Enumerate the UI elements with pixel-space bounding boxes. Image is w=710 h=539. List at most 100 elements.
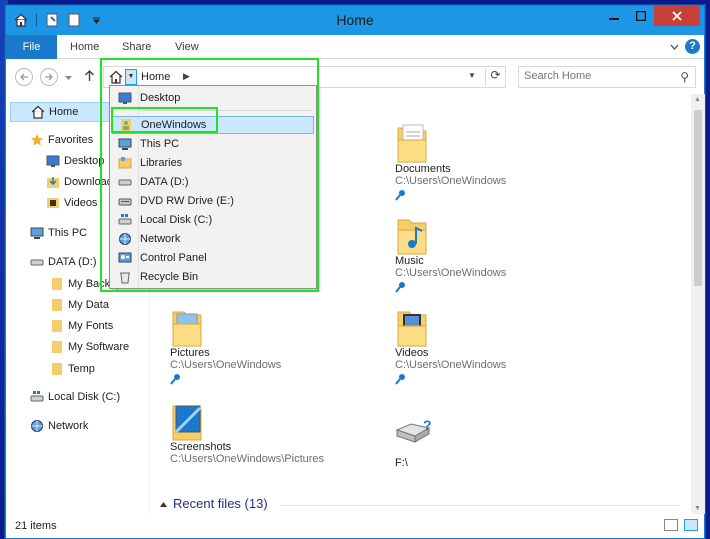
menu-item-recycle-bin[interactable]: Recycle Bin xyxy=(112,268,314,286)
nav-item-data-drive[interactable]: DATA (D:) xyxy=(30,252,96,272)
menu-item-label: This PC xyxy=(140,138,180,150)
recent-files-label: Recent files (13) xyxy=(173,496,268,511)
drive-icon xyxy=(30,255,44,269)
menu-item-onewindows[interactable]: OneWindows xyxy=(112,116,314,134)
recent-locations-icon[interactable] xyxy=(65,72,72,84)
nav-item-my-fonts[interactable]: My Fonts xyxy=(50,316,113,336)
nav-item-my-software[interactable]: My Software xyxy=(50,337,129,357)
tab-share[interactable]: Share xyxy=(122,35,151,59)
tile-f-drive[interactable]: ? F:\ xyxy=(395,416,595,469)
view-switcher xyxy=(664,519,698,531)
recent-files-header[interactable]: Recent files (13) xyxy=(160,496,268,511)
nav-label: Videos xyxy=(64,197,98,209)
help-icon[interactable]: ? xyxy=(685,39,700,54)
menu-item-data-drive[interactable]: DATA (D:) xyxy=(112,173,314,191)
search-input[interactable] xyxy=(524,70,674,82)
tile-path: C:\Users\OneWindows xyxy=(395,175,507,187)
dvd-drive-icon xyxy=(118,194,132,208)
tile-path: C:\Users\OneWindows xyxy=(170,359,282,371)
screenshots-folder-icon xyxy=(170,400,204,441)
menu-item-libraries[interactable]: Libraries xyxy=(112,154,314,172)
large-icons-view-icon[interactable] xyxy=(684,519,698,531)
menu-item-control-panel[interactable]: Control Panel xyxy=(112,249,314,267)
folder-icon xyxy=(50,340,64,354)
tile-pictures[interactable]: Pictures C:\Users\OneWindows xyxy=(170,306,370,388)
control-panel-icon xyxy=(118,251,132,265)
menu-item-desktop[interactable]: Desktop xyxy=(112,89,314,107)
location-dropdown-menu: Desktop OneWindows This PC Libraries DAT… xyxy=(109,85,317,289)
up-button[interactable] xyxy=(84,69,95,85)
menu-item-network[interactable]: Network xyxy=(112,230,314,248)
forward-button[interactable] xyxy=(40,68,58,86)
menu-item-dvd-drive[interactable]: DVD RW Drive (E:) xyxy=(112,192,314,210)
nav-label: My Fonts xyxy=(68,320,114,332)
nav-label: Favorites xyxy=(48,134,94,146)
details-view-icon[interactable] xyxy=(664,519,678,531)
nav-label: Home xyxy=(49,106,79,118)
back-button[interactable] xyxy=(15,68,33,86)
tile-music[interactable]: Music C:\Users\OneWindows xyxy=(395,214,595,296)
scroll-down-icon[interactable]: ▼ xyxy=(694,505,701,512)
ribbon-tabs: File Home Share View ? xyxy=(6,35,704,59)
window-controls xyxy=(600,6,700,26)
breadcrumb-chevron-icon[interactable]: ▶ xyxy=(183,71,190,82)
tab-home[interactable]: Home xyxy=(70,35,99,59)
pictures-folder-icon xyxy=(170,306,204,347)
scrollbar-thumb[interactable] xyxy=(694,110,702,286)
address-history-icon[interactable]: ▼ xyxy=(468,71,476,80)
documents-folder-icon xyxy=(395,122,429,163)
menu-item-label: Local Disk (C:) xyxy=(140,214,213,226)
menu-separator xyxy=(140,110,312,111)
vertical-scrollbar[interactable]: ▲ ▼ xyxy=(691,94,705,514)
close-button[interactable] xyxy=(654,6,700,26)
tile-path: C:\Users\OneWindows\Pictures xyxy=(170,453,325,465)
nav-label: My Data xyxy=(68,299,109,311)
menu-item-local-disk[interactable]: Local Disk (C:) xyxy=(112,211,314,229)
nav-item-temp[interactable]: Temp xyxy=(50,359,95,379)
tile-documents[interactable]: Documents C:\Users\OneWindows xyxy=(395,122,595,204)
star-icon xyxy=(30,133,44,147)
tile-name: Music xyxy=(395,255,424,267)
nav-item-this-pc[interactable]: This PC xyxy=(30,223,87,243)
breadcrumb-home[interactable]: Home xyxy=(141,71,170,83)
pin-icon xyxy=(170,373,370,388)
tile-videos[interactable]: Videos C:\Users\OneWindows xyxy=(395,306,595,388)
maximize-button[interactable] xyxy=(627,6,654,26)
tile-path: C:\Users\OneWindows xyxy=(395,359,507,371)
collapse-icon[interactable] xyxy=(160,496,167,511)
tile-name: Screenshots xyxy=(170,441,232,453)
tile-screenshots[interactable]: Screenshots C:\Users\OneWindows\Pictures xyxy=(170,400,370,465)
minimize-button[interactable] xyxy=(600,6,627,26)
pin-icon xyxy=(395,373,595,388)
menu-item-this-pc[interactable]: This PC xyxy=(112,135,314,153)
tile-name: Pictures xyxy=(170,347,210,359)
pin-icon xyxy=(395,189,595,204)
tab-file[interactable]: File xyxy=(6,35,57,59)
tile-path: C:\Users\OneWindows xyxy=(395,267,507,279)
nav-item-videos[interactable]: Videos xyxy=(46,193,97,213)
computer-icon xyxy=(118,137,132,151)
scroll-up-icon[interactable]: ▲ xyxy=(694,96,701,103)
nav-item-local-disk[interactable]: Local Disk (C:) xyxy=(30,387,120,407)
libraries-icon xyxy=(118,156,132,170)
nav-label: My Software xyxy=(68,341,130,353)
windows-drive-icon xyxy=(118,213,132,227)
expand-ribbon-icon[interactable] xyxy=(670,41,679,53)
ribbon-right-controls: ? xyxy=(670,39,700,54)
tile-name: Documents xyxy=(395,163,451,175)
tile-name: F:\ xyxy=(395,457,408,469)
location-dropdown-button[interactable]: ▼ xyxy=(125,69,137,85)
nav-item-desktop[interactable]: Desktop xyxy=(46,151,104,171)
nav-item-favorites[interactable]: Favorites xyxy=(30,130,93,150)
downloads-icon xyxy=(46,175,60,189)
search-box[interactable]: ⚲ xyxy=(518,66,696,88)
pin-icon xyxy=(395,281,595,296)
network-icon xyxy=(118,232,132,246)
status-bar: 21 items xyxy=(6,514,704,538)
refresh-button[interactable]: ⟳ xyxy=(485,68,505,86)
nav-item-my-data[interactable]: My Data xyxy=(50,295,109,315)
nav-item-network[interactable]: Network xyxy=(30,416,88,436)
search-icon[interactable]: ⚲ xyxy=(680,70,689,84)
tab-view[interactable]: View xyxy=(175,35,199,59)
nav-item-downloads[interactable]: Downloads xyxy=(46,172,118,192)
